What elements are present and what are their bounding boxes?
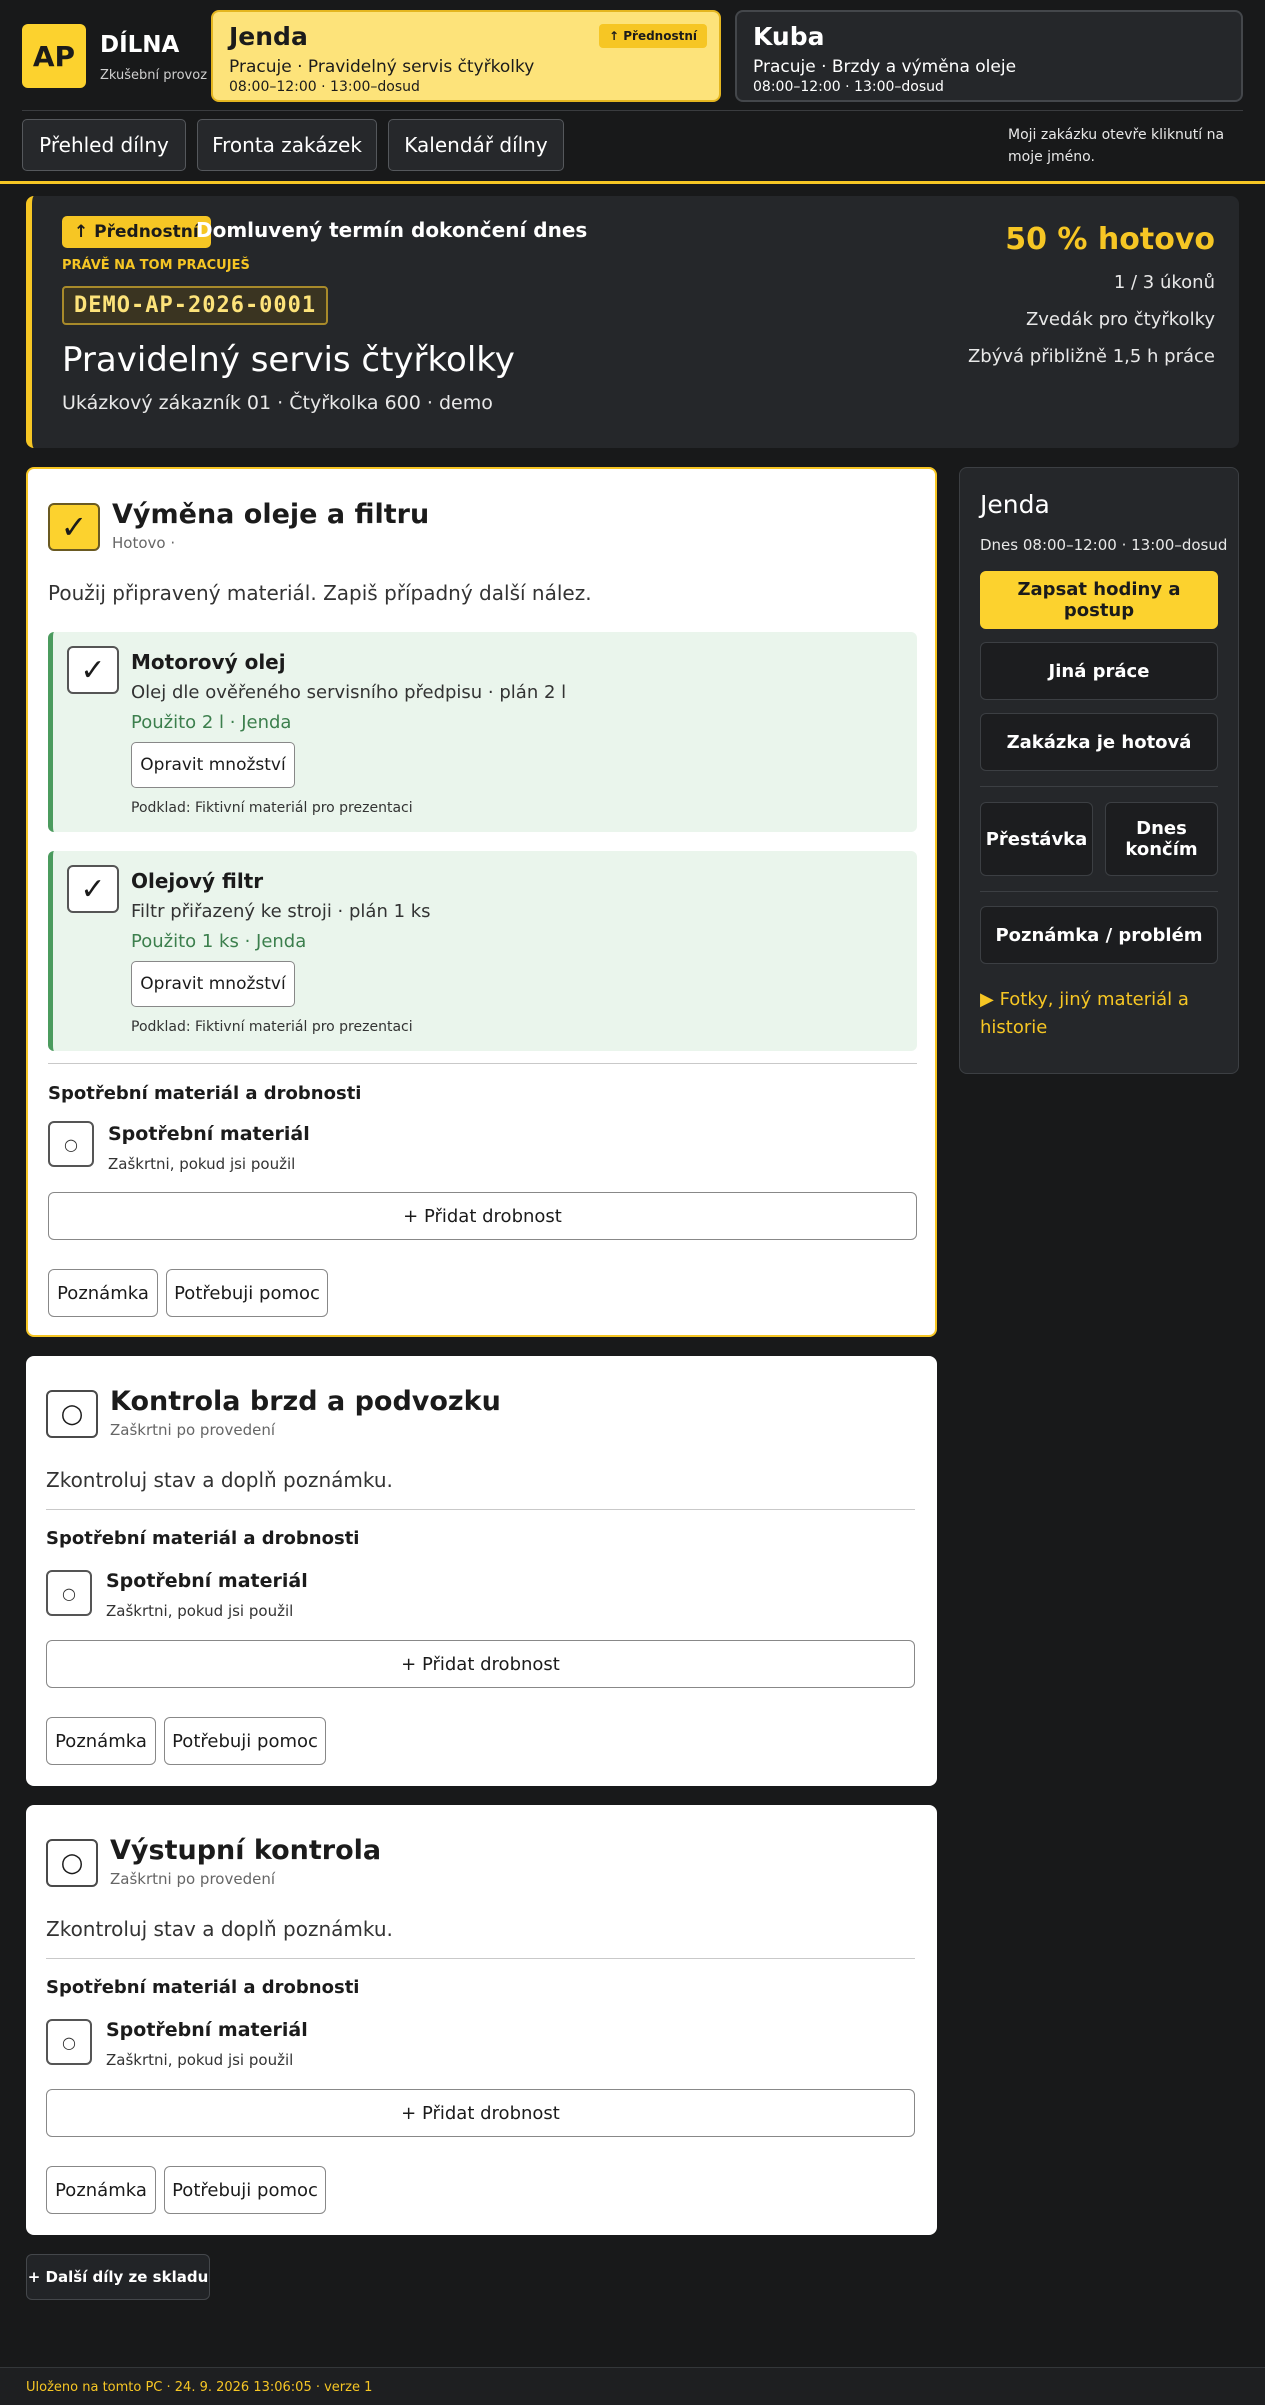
nav-queue-button[interactable]: Fronta zakázek (197, 119, 377, 171)
material-desc: Olej dle ověřeného servisního předpisu ·… (131, 682, 567, 703)
consumables-title: Spotřební materiál a drobnosti (46, 1528, 360, 1549)
consumable-name: Spotřební materiál (106, 1570, 308, 1592)
task-title: Kontrola brzd a podvozku (110, 1386, 501, 1417)
other-work-button[interactable]: Jiná práce (980, 642, 1218, 700)
job-code: DEMO-AP-2026-0001 (62, 286, 329, 325)
app-subtitle: Zkušební provoz (100, 68, 208, 83)
task-instruction: Zkontroluj stav a doplň poznámku. (46, 1917, 393, 1941)
tasks-count: 1 / 3 úkonů (1113, 272, 1215, 293)
task-checkbox[interactable]: ○ (46, 1390, 98, 1438)
worker-hours: 08:00–12:00 · 13:00–dosud (229, 79, 420, 95)
material-source: Podklad: Fiktivní materiál pro prezentac… (131, 1019, 413, 1035)
task-instruction: Zkontroluj stav a doplň poznámku. (46, 1468, 393, 1492)
material-checkbox[interactable]: ✓ (67, 646, 119, 694)
log-hours-button[interactable]: Zapsat hodiny a postup (980, 571, 1218, 629)
consumables-title: Spotřební materiál a drobnosti (48, 1083, 362, 1104)
material-name: Olejový filtr (131, 869, 264, 893)
worker-name: Kuba (753, 22, 825, 51)
side-divider (980, 786, 1218, 787)
progress-percent: 50 % hotovo (1005, 222, 1215, 257)
working-label: PRÁVĚ NA TOM PRACUJEŠ (62, 258, 250, 273)
app-title: DÍLNA (100, 32, 180, 58)
lift-info: Zvedák pro čtyřkolky (1025, 309, 1215, 330)
nav-hint: Moji zakázku otevře kliknutí na moje jmé… (1008, 127, 1225, 165)
consumable-hint: Zaškrtni, pokud jsi použil (106, 1602, 294, 1620)
help-button[interactable]: Potřebuji pomoc (164, 1717, 326, 1765)
section-divider (48, 1063, 917, 1064)
material-desc: Filtr přiřazený ke stroji · plán 1 ks (131, 901, 431, 922)
task-card: ○ Výstupní kontrola Zaškrtni po proveden… (26, 1805, 937, 2235)
nav-calendar-button[interactable]: Kalendář dílny (388, 119, 564, 171)
worker-card-jenda[interactable]: Jenda ↑ Přednostní Pracuje · Pravidelný … (211, 10, 721, 102)
consumable-hint: Zaškrtni, pokud jsi použil (106, 2051, 294, 2069)
help-button[interactable]: Potřebuji pomoc (166, 1269, 328, 1317)
job-summary: ↑ Přednostní Domluvený termín dokončení … (26, 196, 1239, 448)
job-title: Pravidelný servis čtyřkolky (62, 340, 515, 380)
worker-card-kuba[interactable]: Kuba Pracuje · Brzdy a výměna oleje 08:0… (735, 10, 1243, 102)
side-worker-name: Jenda (980, 490, 1050, 519)
consumable-name: Spotřební materiál (106, 2019, 308, 2041)
fix-quantity-button[interactable]: Opravit množství (131, 742, 295, 788)
material-used: Použito 2 l · Jenda (131, 712, 292, 733)
task-status: Zaškrtni po provedení (110, 1870, 275, 1888)
worker-status: Pracuje · Brzdy a výměna oleje (753, 57, 1017, 77)
material-name: Motorový olej (131, 650, 286, 674)
task-status: Zaškrtni po provedení (110, 1421, 275, 1439)
add-item-button[interactable]: + Přidat drobnost (48, 1192, 917, 1240)
consumable-checkbox[interactable]: ○ (46, 1570, 92, 1616)
note-button[interactable]: Poznámka (46, 2166, 156, 2214)
footer: Uloženo na tomto PC · 24. 9. 2026 13:06:… (0, 2367, 1265, 2405)
note-problem-button[interactable]: Poznámka / problém (980, 906, 1218, 964)
remaining-time: Zbývá přibližně 1,5 h práce (967, 346, 1215, 367)
section-divider (46, 1509, 915, 1510)
worker-status: Pracuje · Pravidelný servis čtyřkolky (229, 57, 535, 77)
consumable-checkbox[interactable]: ○ (46, 2019, 92, 2065)
task-title: Výměna oleje a filtru (112, 499, 430, 530)
save-status: Uloženo na tomto PC · 24. 9. 2026 13:06:… (26, 2380, 373, 2395)
material-checkbox[interactable]: ✓ (67, 865, 119, 913)
side-divider (980, 891, 1218, 892)
task-checkbox[interactable]: ✓ (48, 503, 100, 551)
consumables-title: Spotřební materiál a drobnosti (46, 1977, 360, 1998)
priority-badge: ↑ Přednostní (599, 24, 707, 48)
task-instruction: Použij připravený materiál. Zapiš případ… (48, 581, 592, 605)
task-status: Hotovo · (112, 534, 176, 552)
section-divider (46, 1958, 915, 1959)
nav-overview-button[interactable]: Přehled dílny (22, 119, 186, 171)
task-card: ✓ Výměna oleje a filtru Hotovo · Použij … (26, 467, 937, 1337)
side-worker-hours: Dnes 08:00–12:00 · 13:00–dosud (980, 536, 1228, 554)
worker-side-panel: Jenda Dnes 08:00–12:00 · 13:00–dosud Zap… (959, 467, 1239, 1074)
header-divider (22, 110, 1243, 111)
consumable-hint: Zaškrtni, pokud jsi použil (108, 1155, 296, 1173)
details-toggle[interactable]: ▶ Fotky, jiný materiál a historie (980, 986, 1218, 1042)
task-card: ○ Kontrola brzd a podvozku Zaškrtni po p… (26, 1356, 937, 1786)
app-logo: AP (22, 24, 86, 88)
help-button[interactable]: Potřebuji pomoc (164, 2166, 326, 2214)
add-item-button[interactable]: + Přidat drobnost (46, 2089, 915, 2137)
material-item: ✓ Motorový olej Olej dle ověřeného servi… (48, 632, 917, 832)
end-day-button[interactable]: Dnes končím (1105, 802, 1218, 876)
app-header: AP DÍLNA Zkušební provoz Jenda ↑ Přednos… (0, 0, 1265, 184)
break-button[interactable]: Přestávka (980, 802, 1093, 876)
task-title: Výstupní kontrola (110, 1835, 382, 1866)
note-button[interactable]: Poznámka (48, 1269, 158, 1317)
task-checkbox[interactable]: ○ (46, 1839, 98, 1887)
material-item: ✓ Olejový filtr Filtr přiřazený ke stroj… (48, 851, 917, 1051)
extra-parts-button[interactable]: + Další díly ze skladu (26, 2254, 210, 2300)
job-done-button[interactable]: Zakázka je hotová (980, 713, 1218, 771)
note-button[interactable]: Poznámka (46, 1717, 156, 1765)
fix-quantity-button[interactable]: Opravit množství (131, 961, 295, 1007)
consumable-checkbox[interactable]: ○ (48, 1121, 94, 1167)
material-source: Podklad: Fiktivní materiál pro prezentac… (131, 800, 413, 816)
material-used: Použito 1 ks · Jenda (131, 931, 307, 952)
job-meta: Ukázkový zákazník 01 · Čtyřkolka 600 · d… (62, 392, 493, 414)
deadline-text: Domluvený termín dokončení dnes (196, 218, 588, 242)
priority-badge: ↑ Přednostní (62, 216, 211, 248)
worker-hours: 08:00–12:00 · 13:00–dosud (753, 79, 944, 95)
consumable-name: Spotřební materiál (108, 1123, 310, 1145)
add-item-button[interactable]: + Přidat drobnost (46, 1640, 915, 1688)
